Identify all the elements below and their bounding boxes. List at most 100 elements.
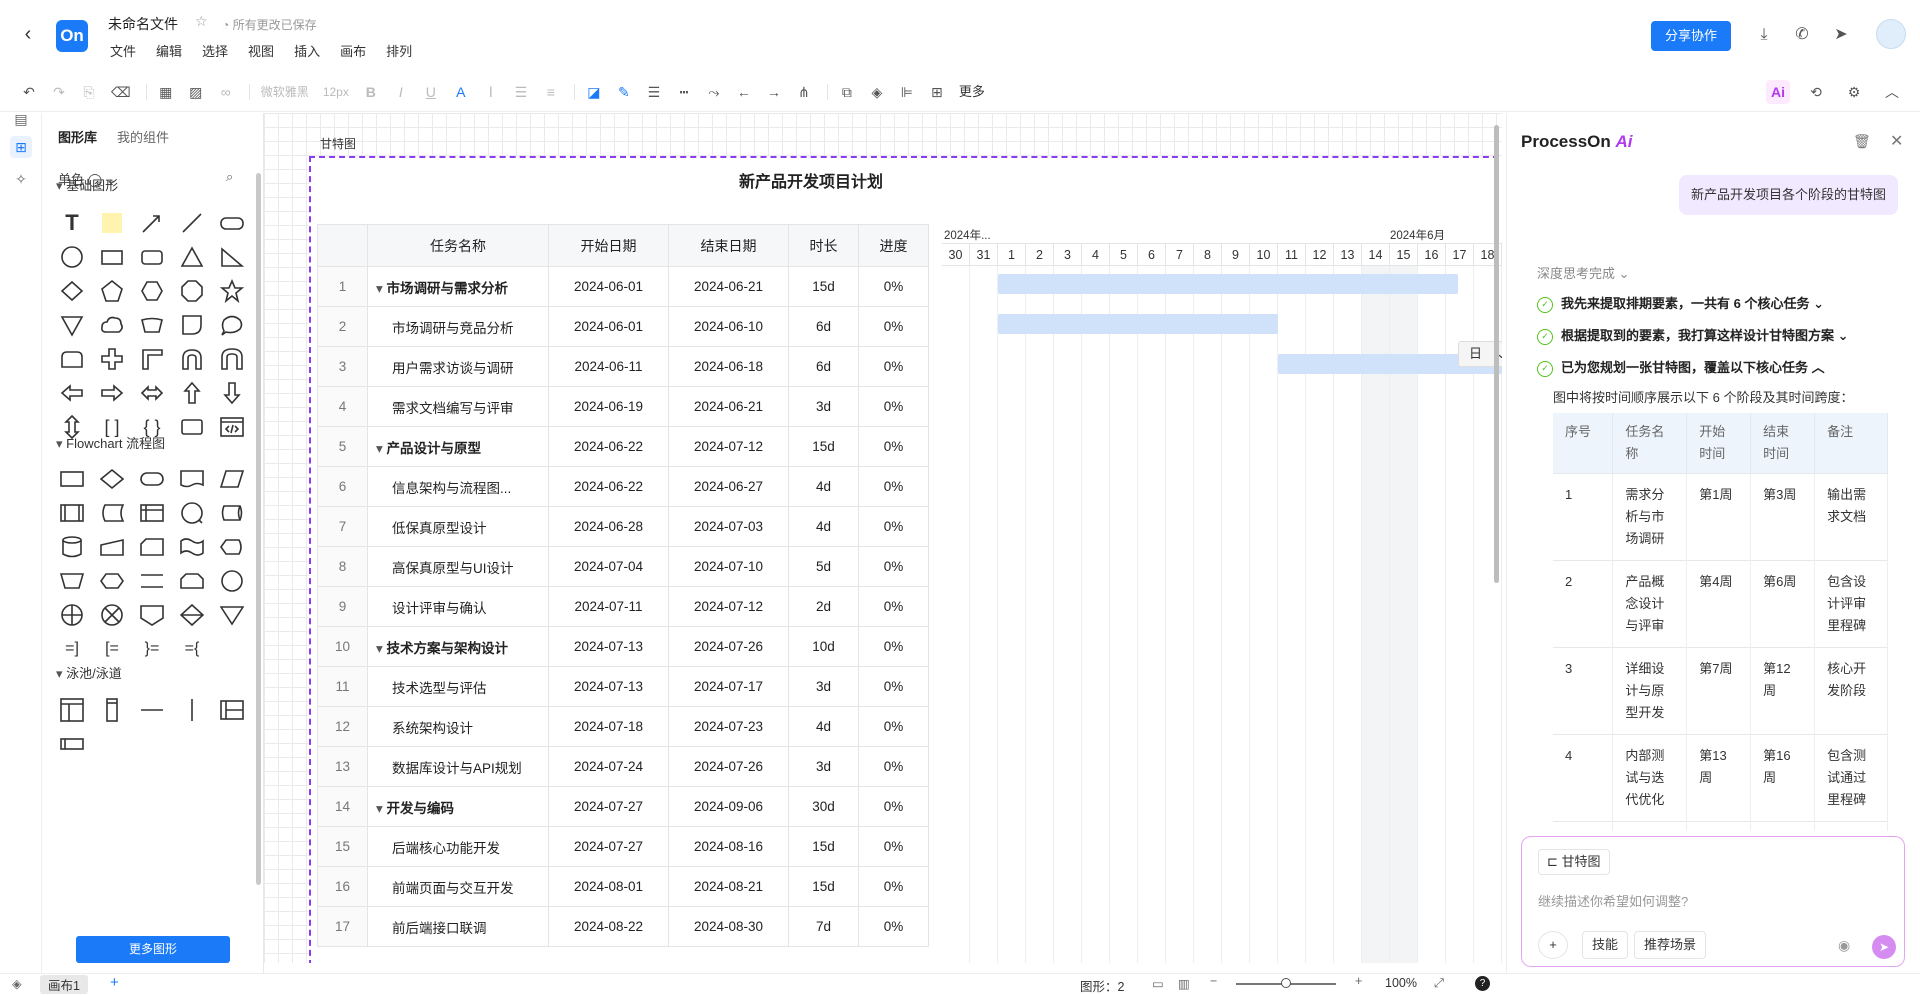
menu-select[interactable]: 选择 [202,41,228,60]
prompt-input[interactable]: 继续描述你希望如何调整? [1538,891,1688,910]
arch-shape[interactable] [180,347,204,371]
gantt-bar[interactable] [998,314,1278,334]
corner-shape[interactable] [140,347,164,371]
leaf-shape[interactable] [180,313,204,337]
fill-color-icon[interactable]: ◪ [581,80,607,104]
diamond-shape[interactable] [60,279,84,303]
link-icon[interactable]: ∞ [213,80,239,104]
table-row[interactable]: 13 数据库设计与API规划 2024-07-24 2024-07-26 3d 0% [317,746,929,787]
right-arrow-shape[interactable] [100,381,124,405]
or-shape[interactable] [100,603,124,627]
down-arrow-shape[interactable] [220,381,244,405]
horizontal-pool-shape[interactable] [220,698,244,722]
table-row[interactable]: 7 低保真原型设计 2024-06-28 2024-07-03 4d 0% [317,506,929,547]
image-icon[interactable]: ▨ [183,80,209,104]
distribute-icon[interactable]: ⊞ [924,80,950,104]
table-row[interactable]: 6 信息架构与流程图... 2024-06-22 2024-06-27 4d 0% [317,466,929,507]
loop-limit-shape[interactable] [180,569,204,593]
section-basic[interactable]: 基础图形 [56,175,118,194]
vertical-separator-shape[interactable] [180,698,204,722]
plain-rect-shape[interactable] [180,415,204,439]
gantt-chip[interactable]: ⊏ 甘特图 [1538,849,1610,875]
skill-button[interactable]: 技能 [1582,931,1629,959]
table-row[interactable]: 17 前后端接口联调 2024-08-22 2024-08-30 7d 0% [317,906,929,947]
text-style-icon[interactable]: Ⅰ [478,80,504,104]
table-row[interactable]: 3 用户需求访谈与调研 2024-06-11 2024-06-18 6d 0% [317,346,929,387]
database-shape[interactable] [60,535,84,559]
canvas-scrollbar[interactable] [1494,125,1499,583]
pages-icon[interactable]: ▤ [10,108,32,130]
line-height-icon[interactable]: ☰ [508,80,534,104]
process-shape[interactable] [60,467,84,491]
zoom-out-icon[interactable]: − [1210,974,1217,988]
table-row[interactable]: 12 系统架构设计 2024-07-18 2024-07-23 4d 0% [317,706,929,747]
document-shape[interactable] [180,467,204,491]
table-row[interactable]: 8 高保真原型与UI设计 2024-07-04 2024-07-10 5d 0% [317,546,929,587]
gantt-frame[interactable]: 新产品开发项目计划 任务名称 开始日期 结束日期 时长 进度 1市场调研与需求分… [309,156,1502,963]
off-page-connector-shape[interactable] [140,603,164,627]
annotation-brace-right-shape[interactable]: }= [140,637,164,661]
table-row[interactable]: 16 前端页面与交互开发 2024-08-01 2024-08-21 15d 0% [317,866,929,907]
ai-magic-icon[interactable]: ✧ [10,168,32,190]
predefined-process-shape[interactable] [60,501,84,525]
cloud-shape[interactable] [100,313,124,337]
back-button[interactable]: ‹ [18,22,38,46]
format-painter-icon[interactable]: ⎘ [76,80,102,104]
share-button[interactable]: 分享协作 [1651,21,1731,51]
add-canvas-button[interactable]: + [110,974,119,991]
redo-icon[interactable]: ↷ [46,80,72,104]
rectangle-shape[interactable] [100,245,124,269]
data-shape[interactable] [220,467,244,491]
right-triangle-shape[interactable] [220,245,244,269]
table-row[interactable]: 4 需求文档编写与评审 2024-06-19 2024-06-21 3d 0% [317,386,929,427]
stored-data-shape[interactable] [100,501,124,525]
pentagon-shape[interactable] [100,279,124,303]
shapes-icon[interactable]: ⊞ [10,136,32,158]
speech-bubble-shape[interactable] [220,313,244,337]
file-name[interactable]: 未命名文件 [108,14,178,34]
thinking-status[interactable]: 深度思考完成 ⌄ [1537,263,1630,282]
table-row[interactable]: 11 技术选型与评估 2024-07-13 2024-07-17 3d 0% [317,666,929,707]
search-icon[interactable]: ⌕ [226,169,233,185]
table-row[interactable]: 2 市场调研与竞品分析 2024-06-01 2024-06-10 6d 0% [317,306,929,347]
annotation-left-shape[interactable]: [= [100,637,124,661]
canvas-tab[interactable]: 画布1 [40,975,88,994]
section-flowchart[interactable]: Flowchart 流程图 [56,433,165,452]
add-icon[interactable]: + [1538,931,1568,959]
table-row[interactable]: 1市场调研与需求分析2024-06-012024-06-2115d0% [317,266,929,307]
align-objects-icon[interactable]: ⊫ [894,80,920,104]
manual-input-shape[interactable] [100,535,124,559]
history-icon[interactable]: ⟲ [1804,80,1828,104]
trash-icon[interactable]: 🗑 [1853,133,1871,150]
parallel-mode-shape[interactable] [140,569,164,593]
fit-icon[interactable]: ▭ [1152,976,1164,991]
align-icon[interactable]: ≡ [538,80,564,104]
circle-shape[interactable] [60,245,84,269]
tape-shape[interactable] [180,535,204,559]
ai-icon[interactable]: Ai [1766,80,1790,104]
inverted-triangle-shape[interactable] [60,313,84,337]
ai-step-3[interactable]: 已为您规划一张甘特图，覆盖以下核心任务 ︿ [1537,357,1825,377]
ai-step-2[interactable]: 根据提取到的要素，我打算这样设计甘特图方案 ⌄ [1537,325,1849,345]
line-width-icon[interactable]: ☰ [641,80,667,104]
scenes-button[interactable]: 推荐场景 [1634,931,1707,959]
sort-shape[interactable] [180,603,204,627]
tab-shape[interactable] [60,347,84,371]
menu-file[interactable]: 文件 [110,41,136,60]
tab-my-components[interactable]: 我的组件 [117,127,169,146]
menu-arrange[interactable]: 排列 [386,41,412,60]
image-grid-icon[interactable]: ▦ [153,80,179,104]
left-arrow-shape[interactable] [60,381,84,405]
table-row[interactable]: 14开发与编码2024-07-272024-09-0630d0% [317,786,929,827]
clear-format-icon[interactable]: ⌫ [106,80,136,104]
send-icon[interactable]: ➤ [1830,24,1852,46]
line-color-icon[interactable]: ✎ [611,80,637,104]
rounded-square-shape[interactable] [140,245,164,269]
mic-icon[interactable]: ◉ [1838,937,1850,954]
terminator-shape[interactable] [140,467,164,491]
font-select[interactable]: 微软雅黑 [256,80,314,104]
display-shape[interactable] [220,535,244,559]
connector-icon[interactable]: ⤳ [701,80,727,104]
phone-icon[interactable]: ✆ [1791,24,1813,46]
star-shape[interactable] [220,278,244,304]
